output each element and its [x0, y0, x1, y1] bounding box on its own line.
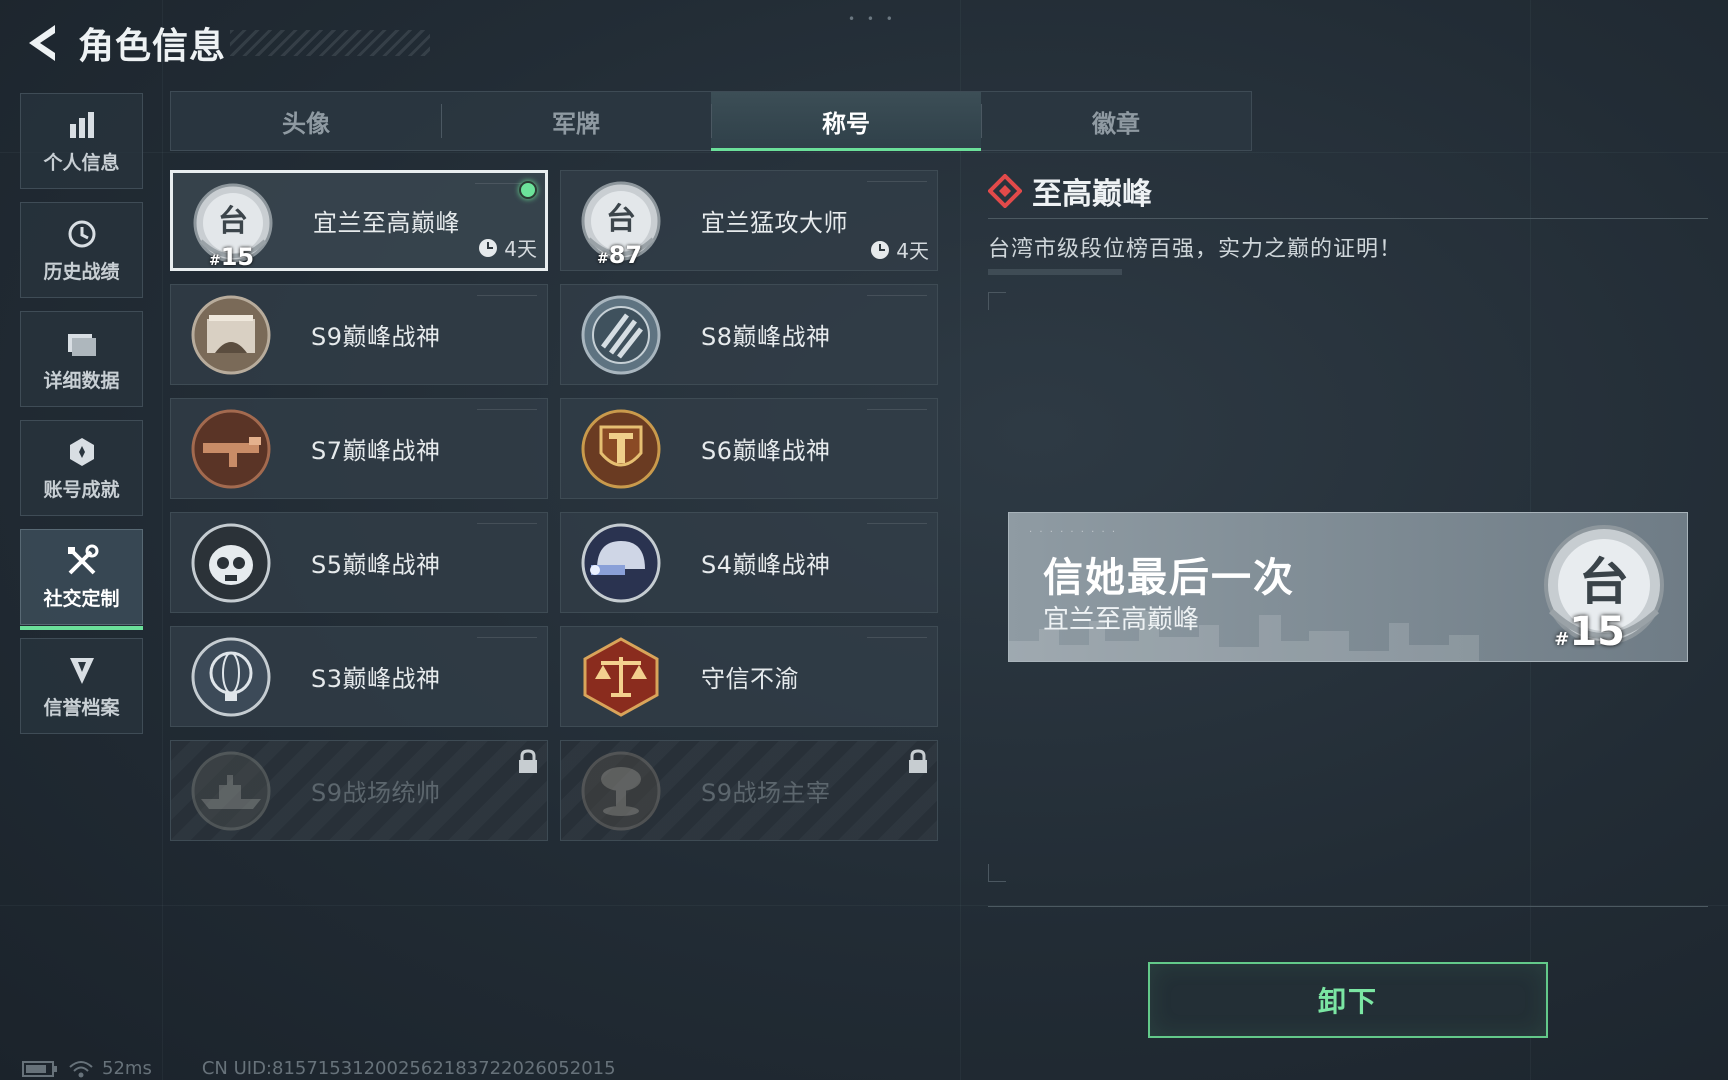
- sidebar-item-credit-record[interactable]: 信誉档案: [20, 638, 143, 734]
- sidebar-item-personal-info[interactable]: 个人信息: [20, 93, 143, 189]
- page-header: 角色信息: [20, 18, 226, 68]
- sidebar-item-label: 社交定制: [43, 587, 120, 610]
- title-card[interactable]: 台 #15 宜兰至高巅峰 4天: [170, 170, 548, 271]
- detail-header: 至高巅峰: [988, 168, 1708, 214]
- wifi-icon: [69, 1060, 93, 1077]
- rifle-badge-icon: [191, 409, 271, 489]
- detail-title-name: 至高巅峰: [1032, 177, 1152, 212]
- title-detail-panel: 至高巅峰 台湾市级段位榜百强，实力之巅的证明！: [988, 168, 1708, 275]
- title-label: 宜兰至高巅峰: [313, 209, 460, 237]
- title-label: S7巅峰战神: [311, 437, 441, 465]
- title-preview-banner: · · · · · · · · · 信她最后一次 宜兰至高巅峰 台 #15: [1008, 512, 1688, 662]
- preview-main-text: 信她最后一次: [1043, 555, 1295, 601]
- title-card[interactable]: S6巅峰战神: [560, 398, 938, 499]
- title-card[interactable]: S9巅峰战神: [170, 284, 548, 385]
- frame-corner: [988, 292, 1006, 310]
- lock-icon: [519, 749, 537, 773]
- warship-badge-icon: [191, 751, 271, 831]
- sidebar-item-detailed-data[interactable]: 详细数据: [20, 311, 143, 407]
- title-card[interactable]: S5巅峰战神: [170, 512, 548, 613]
- title-grid: 台 #15 宜兰至高巅峰 4天 台 #87 宜兰猛攻大师 4天 S9巅峰战神 S…: [170, 170, 938, 841]
- title-card[interactable]: 台 #87 宜兰猛攻大师 4天: [560, 170, 938, 271]
- folder-icon: [65, 326, 99, 360]
- tab-title[interactable]: 称号: [711, 92, 981, 151]
- stripes-badge-icon: [581, 295, 661, 375]
- helmet-badge-icon: [581, 523, 661, 603]
- title-label: S9战场主宰: [701, 779, 831, 807]
- tab-avatar[interactable]: 头像: [171, 92, 441, 150]
- clock-icon: [871, 240, 890, 259]
- rank-number: #15: [209, 243, 255, 271]
- title-card[interactable]: S7巅峰战神: [170, 398, 548, 499]
- unequip-button[interactable]: 卸下: [1148, 962, 1548, 1038]
- achievement-icon: [65, 435, 99, 469]
- header-stripe-decoration: [230, 30, 430, 56]
- sidebar-item-history[interactable]: 历史战绩: [20, 202, 143, 298]
- sidebar-item-label: 详细数据: [43, 369, 120, 392]
- preview-title-text: 宜兰至高巅峰: [1043, 605, 1200, 635]
- tab-dog-tag[interactable]: 军牌: [441, 92, 711, 150]
- title-label: S4巅峰战神: [701, 551, 831, 579]
- credit-icon: [65, 653, 99, 687]
- title-card[interactable]: S8巅峰战神: [560, 284, 938, 385]
- scales-badge-icon: [583, 637, 659, 717]
- status-footer: 52ms CN UID:8157153120025621837220260520…: [22, 1058, 616, 1079]
- diamond-icon: [988, 174, 1022, 208]
- sidebar-item-label: 账号成就: [43, 478, 120, 501]
- title-label: S3巅峰战神: [311, 665, 441, 693]
- equipped-indicator: [519, 181, 537, 199]
- title-card[interactable]: 守信不渝: [560, 626, 938, 727]
- preview-serial-decoration: · · · · · · · · ·: [1029, 527, 1118, 538]
- bridge-badge-icon: [191, 295, 271, 375]
- expiry-timer: 4天: [478, 233, 537, 262]
- category-tabs: 头像 军牌 称号 徽章: [170, 91, 1252, 151]
- svg-text:台: 台: [218, 204, 248, 239]
- title-card[interactable]: S3巅峰战神: [170, 626, 548, 727]
- svg-text:台: 台: [606, 202, 636, 237]
- title-card[interactable]: S9战场主宰: [560, 740, 938, 841]
- rank-number: #87: [597, 241, 643, 269]
- title-label: S5巅峰战神: [311, 551, 441, 579]
- frame-corner: [988, 864, 1006, 882]
- back-button[interactable]: [20, 21, 64, 65]
- page-title: 角色信息: [78, 26, 227, 67]
- sidebar-item-label: 个人信息: [43, 151, 120, 174]
- preview-rank-number: #15: [1554, 609, 1625, 655]
- tab-badge[interactable]: 徽章: [981, 92, 1251, 150]
- detail-divider: [988, 218, 1708, 219]
- title-label: S8巅峰战神: [701, 323, 831, 351]
- clock-icon: [479, 238, 498, 257]
- sidebar-item-label: 历史战绩: [43, 260, 120, 283]
- history-icon: [65, 217, 99, 251]
- detail-sub-decoration: [988, 269, 1122, 275]
- top-dots-decoration: • • •: [848, 12, 897, 26]
- title-label: 宜兰猛攻大师: [701, 209, 848, 237]
- sidebar-item-social-customize[interactable]: 社交定制: [20, 529, 143, 630]
- title-card[interactable]: S4巅峰战神: [560, 512, 938, 613]
- expiry-timer: 4天: [870, 235, 929, 264]
- mushroom-cloud-badge-icon: [581, 751, 661, 831]
- svg-text:台: 台: [1579, 553, 1629, 611]
- title-label: S9巅峰战神: [311, 323, 441, 351]
- detail-bottom-divider: [988, 906, 1708, 907]
- title-label: 守信不渝: [701, 665, 799, 693]
- title-label: S6巅峰战神: [701, 437, 831, 465]
- back-arrow-icon: [29, 25, 55, 61]
- sidebar: 个人信息 历史战绩 详细数据 账号成就 社交定制 信誉档案: [20, 93, 143, 747]
- title-label: S9战场统帅: [311, 779, 441, 807]
- detail-description: 台湾市级段位榜百强，实力之巅的证明！: [988, 237, 1403, 262]
- tools-icon: [65, 544, 99, 578]
- skull-mask-badge-icon: [191, 523, 271, 603]
- sidebar-item-label: 信誉档案: [43, 696, 120, 719]
- t-shield-badge-icon: [581, 409, 661, 489]
- title-card[interactable]: S9战场统帅: [170, 740, 548, 841]
- battery-icon: [22, 1060, 57, 1077]
- uid-readout: CN UID:815715312002562183722026052015: [201, 1058, 616, 1079]
- sidebar-item-achievements[interactable]: 账号成就: [20, 420, 143, 516]
- ping-readout: 52ms: [102, 1058, 152, 1079]
- lock-icon: [909, 749, 927, 773]
- bar-chart-icon: [65, 108, 99, 142]
- globe-badge-icon: [191, 637, 271, 717]
